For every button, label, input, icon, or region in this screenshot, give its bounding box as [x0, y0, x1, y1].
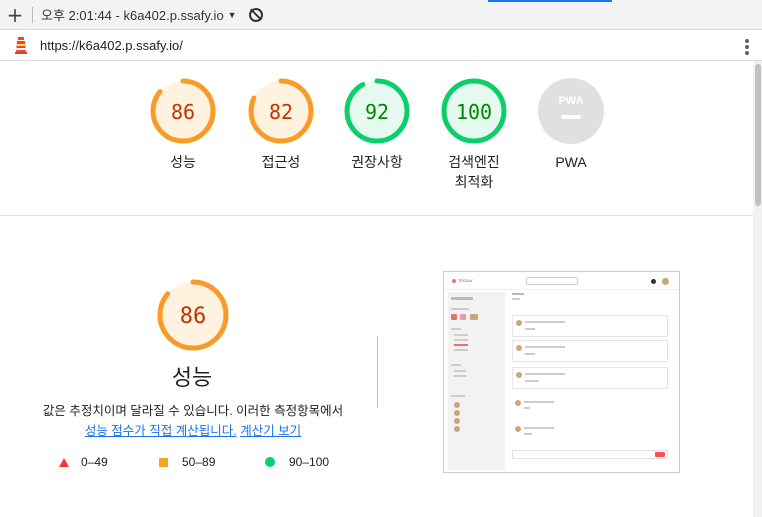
- score-calc-link[interactable]: 성능 점수가 직접 계산됩니다.: [85, 424, 237, 438]
- gauge-label: PWA: [555, 154, 587, 170]
- gauge-accessibility[interactable]: 82 접근성: [236, 78, 326, 172]
- performance-gauge: 86: [156, 278, 230, 357]
- gauge-label: 성능: [170, 154, 196, 170]
- thumbnail-message: [512, 315, 668, 337]
- lighthouse-logo-icon: [13, 36, 29, 54]
- address-bar: https://k6a402.p.ssafy.io/: [0, 30, 762, 61]
- vertical-divider: [377, 336, 378, 408]
- gauge-pwa[interactable]: PWA PWA: [526, 78, 616, 172]
- fail-triangle-icon: [59, 457, 69, 467]
- gauge-label-line: 최적화: [454, 174, 494, 190]
- pwa-badge-text: PWA: [558, 95, 583, 107]
- tab-title[interactable]: 오후 2:01:44 - k6a402.p.ssafy.io: [41, 5, 224, 24]
- gauge-score: 100: [456, 100, 492, 124]
- thumbnail-search-box: [526, 277, 578, 285]
- gauge-label: 접근성: [261, 154, 301, 170]
- pwa-dash-icon: [561, 115, 581, 119]
- tab-dropdown-icon[interactable]: ▼: [228, 10, 237, 20]
- gauge-seo[interactable]: 100 검색엔진 최적화: [429, 78, 519, 192]
- thumbnail-avatar-icon: [651, 279, 656, 284]
- final-screenshot-thumbnail[interactable]: TOOLIV: [443, 271, 680, 473]
- pwa-badge-bg: [538, 78, 604, 144]
- gauge-ring: 86: [150, 78, 216, 144]
- gauge-ring: 100: [441, 78, 507, 144]
- view-calculator-link[interactable]: 계산기 보기: [240, 424, 301, 438]
- score-legend: 0–49 50–89 90–100: [0, 455, 380, 475]
- gauge-label: 권장사항: [351, 154, 403, 170]
- performance-title: 성능: [171, 365, 213, 390]
- url-text[interactable]: https://k6a402.p.ssafy.io/: [40, 38, 183, 53]
- gauge-score: 86: [171, 100, 195, 124]
- gauge-score: 82: [269, 100, 293, 124]
- browser-tab-bar: + 오후 2:01:44 - k6a402.p.ssafy.io ▼: [0, 0, 762, 30]
- thumbnail-message: [512, 340, 668, 362]
- more-options-icon[interactable]: [745, 39, 749, 55]
- gauge-score: 92: [365, 100, 389, 124]
- description-text: 값은 추정치이며 달라질 수 있습니다. 이러한 측정항목에서: [42, 404, 344, 418]
- thumbnail-logo-icon: [452, 279, 456, 283]
- gauge-label-line: 검색엔진: [448, 154, 500, 170]
- thumbnail-channel-title: [512, 293, 524, 295]
- legend-fail: 0–49: [59, 455, 108, 469]
- legend-fail-range: 0–49: [81, 455, 108, 469]
- average-square-icon: [159, 457, 168, 467]
- legend-pass-range: 90–100: [289, 455, 330, 469]
- thumbnail-input: [512, 450, 668, 459]
- legend-pass: 90–100: [265, 455, 329, 469]
- score-gauges: 86 성능 82 접근성 92 권장사항 100 검색엔진 최적화 PWA PW…: [0, 78, 753, 208]
- performance-description: 값은 추정치이며 달라질 수 있습니다. 이러한 측정항목에서 성능 점수가 직…: [20, 401, 366, 441]
- legend-average-range: 50–89: [182, 455, 216, 469]
- thumbnail-app-name: TOOLIV: [458, 278, 473, 283]
- tab-separator: [32, 6, 33, 23]
- pwa-badge: PWA: [538, 78, 604, 144]
- new-tab-button[interactable]: +: [0, 0, 30, 30]
- gauge-ring: 92: [344, 78, 410, 144]
- gauge-best-practices[interactable]: 92 권장사항: [332, 78, 422, 172]
- block-icon[interactable]: [248, 7, 263, 22]
- thumbnail-message: [512, 396, 668, 416]
- gauge-label: 검색엔진 최적화: [429, 152, 519, 192]
- thumbnail-user-icon: [662, 278, 669, 285]
- gauge-score: 86: [180, 304, 207, 329]
- thumbnail-sidebar: [448, 292, 505, 470]
- thumbnail-message: [512, 422, 668, 442]
- gauge-ring: 86: [157, 279, 229, 351]
- active-tab-indicator: [488, 0, 612, 2]
- gauge-performance[interactable]: 86 성능: [138, 78, 228, 172]
- thumbnail-message: [512, 367, 668, 389]
- legend-average: 50–89: [159, 455, 215, 469]
- thumbnail-header: TOOLIV: [444, 272, 679, 290]
- scrollbar-thumb[interactable]: [755, 64, 761, 206]
- pass-circle-icon: [265, 457, 275, 467]
- section-divider: [0, 215, 753, 216]
- gauge-ring: 82: [248, 78, 314, 144]
